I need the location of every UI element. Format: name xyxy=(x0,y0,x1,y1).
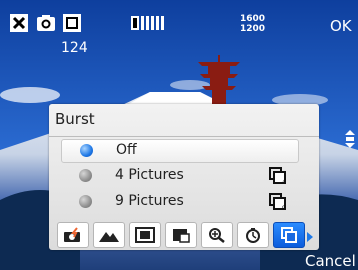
timer-icon[interactable] xyxy=(237,222,269,248)
option-label: 4 Pictures xyxy=(115,167,184,183)
camera-flash-icon[interactable] xyxy=(57,222,89,248)
option-4-pictures[interactable]: 4 Pictures 4 xyxy=(61,165,297,187)
option-label: 9 Pictures xyxy=(115,193,184,209)
flash-off-icon[interactable] xyxy=(8,12,30,34)
burst-4-icon: 4 xyxy=(269,167,287,186)
panel-title: Burst xyxy=(55,110,95,128)
ok-softkey[interactable]: OK xyxy=(330,17,352,35)
frame-icon[interactable] xyxy=(129,222,161,248)
radio-unselected-icon xyxy=(79,195,92,208)
camera-mode-icon[interactable] xyxy=(35,12,57,34)
cancel-softkey[interactable]: Cancel xyxy=(305,252,356,270)
scene-mountain-icon[interactable] xyxy=(93,222,125,248)
radio-unselected-icon xyxy=(79,169,92,182)
option-off[interactable]: Off xyxy=(61,139,299,163)
shots-remaining: 124 xyxy=(61,40,88,56)
white-balance-icon[interactable] xyxy=(61,12,83,34)
radio-selected-icon xyxy=(80,144,93,157)
zoom-icon[interactable] xyxy=(201,222,233,248)
svg-text:9: 9 xyxy=(282,205,286,211)
option-label: Off xyxy=(116,142,137,158)
burst-9-icon: 9 xyxy=(269,193,287,212)
resolution-indicator[interactable]: 1600 1200 xyxy=(240,14,270,36)
status-bar: 124 1600 1200 OK xyxy=(0,0,358,56)
resolution-height: 1200 xyxy=(240,24,266,34)
burst-icon[interactable] xyxy=(273,222,305,248)
toolbar-next-arrow-icon[interactable] xyxy=(307,232,313,242)
side-scroll-handle-icon[interactable] xyxy=(342,129,358,149)
panel-divider xyxy=(49,136,319,137)
svg-text:4: 4 xyxy=(282,179,286,185)
burst-menu-panel: Burst Off 4 Pictures 4 9 Pictures 9 xyxy=(49,104,319,250)
option-9-pictures[interactable]: 9 Pictures 9 xyxy=(61,191,297,213)
resolution-width: 1600 xyxy=(240,14,266,24)
picture-in-picture-icon[interactable] xyxy=(165,222,197,248)
quality-icon[interactable] xyxy=(130,12,170,34)
